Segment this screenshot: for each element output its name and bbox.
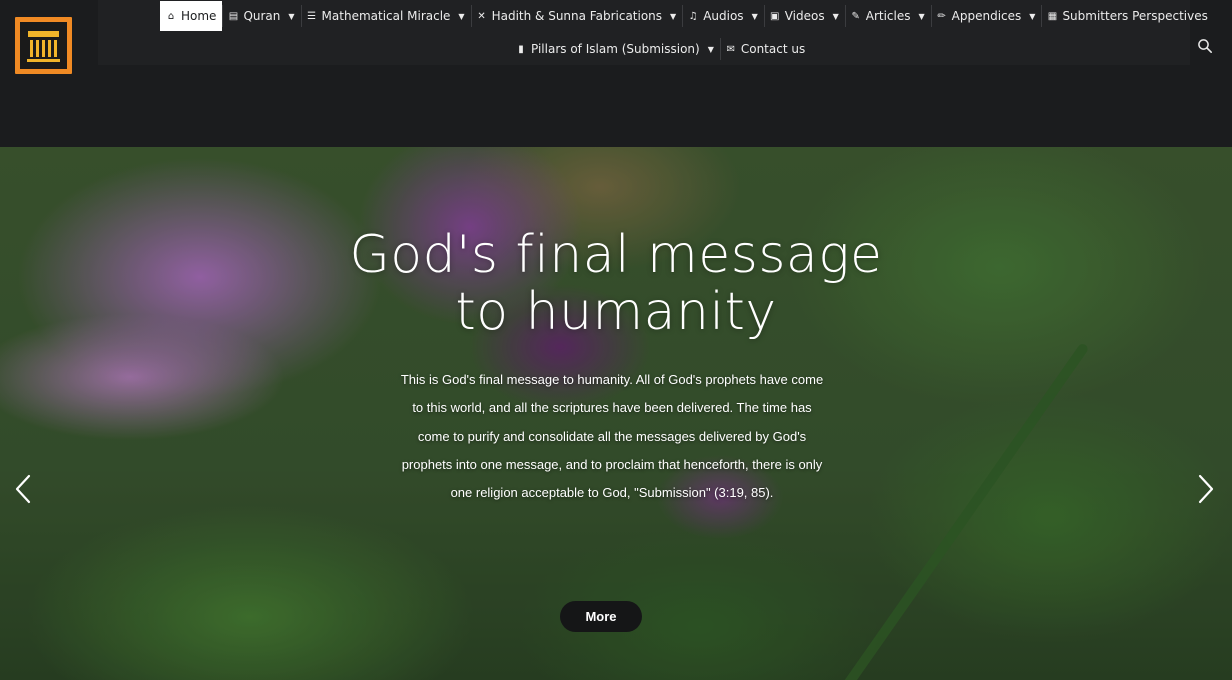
slider-next-arrow-icon[interactable]: [1196, 473, 1216, 505]
edit-icon: ✎: [851, 10, 860, 22]
nav-item-mathematical-miracle[interactable]: ☰ Mathematical Miracle ▼: [300, 1, 471, 31]
nav-item-submitters-perspectives[interactable]: ▦ Submitters Perspectives: [1041, 1, 1213, 31]
nav-item-label: Videos: [784, 9, 825, 23]
caret-down-icon: ▼: [918, 11, 925, 21]
nav-item-home[interactable]: ⌂ Home: [160, 1, 223, 31]
slider-prev-arrow-icon[interactable]: [13, 473, 33, 505]
caret-down-icon: ▼: [670, 11, 677, 21]
search-icon[interactable]: [1197, 38, 1213, 54]
table-icon: ▦: [1047, 10, 1058, 22]
caret-down-icon: ▼: [288, 11, 295, 21]
caret-down-icon: ▼: [707, 44, 714, 54]
nav-item-label: Contact us: [740, 42, 806, 56]
nav-item-contact-us[interactable]: ✉ Contact us: [719, 34, 811, 64]
pencil-icon: ✏: [937, 10, 946, 22]
nav-item-label: Hadith & Sunna Fabrications: [491, 9, 663, 23]
nav-item-label: Appendices: [951, 9, 1022, 23]
nav-item-label: Home: [181, 9, 217, 23]
x-icon: ✕: [477, 10, 486, 22]
nav-item-label: Submitters Perspectives: [1062, 9, 1208, 23]
nav-item-videos[interactable]: ▣ Videos ▼: [763, 1, 845, 31]
more-button[interactable]: More: [560, 601, 642, 632]
caret-down-icon: ▼: [751, 11, 758, 21]
mail-icon: ✉: [726, 43, 736, 55]
nav-item-articles[interactable]: ✎ Articles ▼: [844, 1, 931, 31]
hero-description: This is God's final message to humanity.…: [400, 372, 824, 501]
nav-item-audios[interactable]: ♫ Audios ▼: [682, 1, 764, 31]
nav-item-label: Quran: [243, 9, 281, 23]
music-icon: ♫: [688, 10, 698, 22]
site-header: ⌂ Home ▤ Quran ▼ ☰ Mathematical Miracle ▼ ✕ Hadit…: [0, 0, 1232, 147]
nav-item-hadith-sunna-fabrications[interactable]: ✕ Hadith & Sunna Fabrications ▼: [470, 1, 683, 31]
site-logo[interactable]: [15, 17, 72, 74]
caret-down-icon: ▼: [832, 11, 839, 21]
bar-chart-icon: ▮: [518, 43, 524, 55]
list-icon: ☰: [307, 10, 317, 22]
nav-item-appendices[interactable]: ✏ Appendices ▼: [930, 1, 1042, 31]
hero-title: God's final message to humanity: [349, 225, 883, 342]
home-icon: ⌂: [167, 10, 175, 22]
nav-item-label: Pillars of Islam (Submission): [531, 42, 700, 56]
nav-item-quran[interactable]: ▤ Quran ▼: [222, 1, 300, 31]
nav-item-label: Articles: [865, 9, 911, 23]
logo-temple-icon: [20, 22, 67, 69]
caret-down-icon: ▼: [458, 11, 465, 21]
book-icon: ▤: [228, 10, 239, 22]
nav-item-label: Mathematical Miracle: [321, 9, 451, 23]
video-icon: ▣: [769, 10, 780, 22]
caret-down-icon: ▼: [1029, 11, 1036, 21]
hero-slider: God's final message to humanity This is …: [0, 147, 1232, 680]
nav-item-label: Audios: [703, 9, 744, 23]
nav-item-pillars-of-islam-submission[interactable]: ▮ Pillars of Islam (Submission) ▼: [510, 34, 720, 64]
nav-row-primary: ⌂ Home ▤ Quran ▼ ☰ Mathematical Miracle ▼ ✕ Hadit…: [160, 1, 1214, 31]
nav-row-secondary: ▮ Pillars of Islam (Submission) ▼ ✉ Contact …: [510, 34, 811, 64]
